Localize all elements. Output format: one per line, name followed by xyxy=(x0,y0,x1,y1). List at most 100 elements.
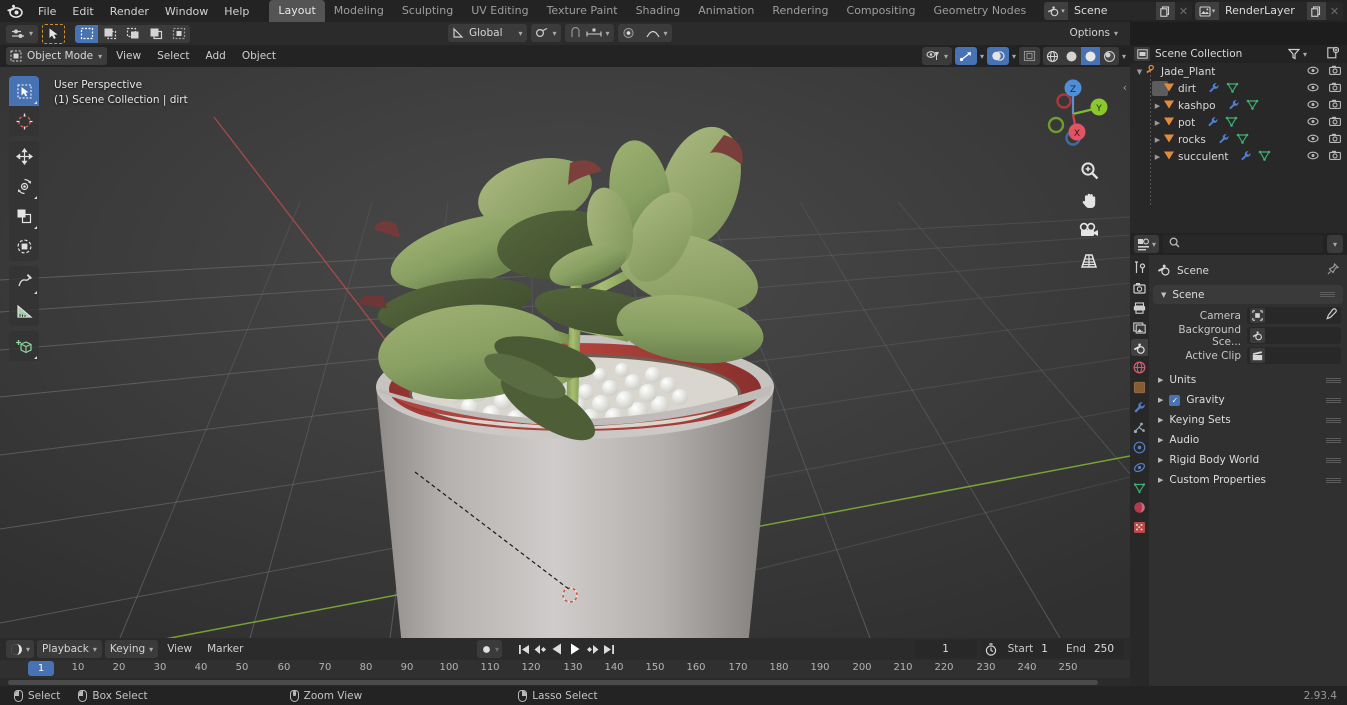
move-tool-icon[interactable] xyxy=(9,141,39,171)
transform-tool-icon[interactable] xyxy=(9,231,39,261)
sidebar-collapse-arrow-icon[interactable]: ‹ xyxy=(1123,81,1127,94)
mesh-data-icon[interactable] xyxy=(1226,82,1239,96)
tab-sculpting[interactable]: Sculpting xyxy=(393,0,462,22)
new-view-layer-button[interactable] xyxy=(1307,2,1326,20)
pin-icon[interactable] xyxy=(1327,262,1340,278)
mesh-data-icon[interactable] xyxy=(1236,133,1249,147)
play-reverse-button[interactable] xyxy=(549,640,566,658)
search-input[interactable] xyxy=(1184,238,1323,250)
object-tab-icon[interactable] xyxy=(1131,379,1148,396)
active-clip-field[interactable] xyxy=(1247,347,1341,364)
pivot-point-dropdown[interactable]: ▾ xyxy=(530,24,561,42)
menu-help[interactable]: Help xyxy=(216,3,257,20)
timeline-menu-marker[interactable]: Marker xyxy=(201,641,249,657)
timeline-menu-view[interactable]: View xyxy=(161,641,198,657)
jump-to-prev-keyframe-button[interactable] xyxy=(532,640,549,658)
select-set-icon[interactable] xyxy=(75,24,99,43)
jump-to-start-button[interactable] xyxy=(515,640,532,658)
rotate-tool-icon[interactable] xyxy=(9,171,39,201)
camera-icon[interactable] xyxy=(1329,116,1341,129)
transform-orientation-dropdown[interactable]: Global ▾ xyxy=(448,24,527,42)
particles-tab-icon[interactable] xyxy=(1131,419,1148,436)
scene-selector[interactable]: ▾ Scene ✕ xyxy=(1044,2,1192,20)
expand-icon[interactable]: ▶ xyxy=(1158,416,1163,424)
properties-options-dropdown[interactable]: ▾ xyxy=(1327,235,1343,253)
camera-icon[interactable] xyxy=(1329,82,1341,95)
physics-tab-icon[interactable] xyxy=(1131,439,1148,456)
object-name[interactable]: rocks xyxy=(1178,134,1206,146)
eye-icon[interactable] xyxy=(1307,100,1319,112)
snapping-group[interactable]: ▾ xyxy=(564,24,614,42)
render-tab-icon[interactable] xyxy=(1131,279,1148,296)
camera-view-icon[interactable] xyxy=(1078,219,1100,241)
camera-icon[interactable] xyxy=(1329,133,1341,146)
shading-material-preview-icon[interactable] xyxy=(1080,47,1100,65)
current-frame-field[interactable]: 1 xyxy=(914,640,977,658)
new-scene-button[interactable] xyxy=(1156,2,1175,20)
outliner-row-succulent[interactable]: ▶ succulent xyxy=(1130,148,1347,165)
viewport-options-button[interactable]: Options ▾ xyxy=(1063,24,1124,42)
select-extend-icon[interactable] xyxy=(98,24,122,43)
menu-render[interactable]: Render xyxy=(102,3,157,20)
expand-icon[interactable]: ▶ xyxy=(1152,153,1163,161)
toggle-perspective-icon[interactable] xyxy=(1078,249,1100,271)
expand-icon[interactable]: ▶ xyxy=(1152,136,1163,144)
scene-panel-header[interactable]: ▼ Scene xyxy=(1153,285,1343,304)
audio-subpanel[interactable]: ▶ Audio xyxy=(1149,430,1347,450)
texture-tab-icon[interactable] xyxy=(1131,519,1148,536)
scene-name[interactable]: Scene xyxy=(1068,2,1156,20)
modifier-tab-icon[interactable] xyxy=(1131,399,1148,416)
jump-to-next-keyframe-button[interactable] xyxy=(583,640,600,658)
select-subtract-icon[interactable] xyxy=(121,24,145,43)
world-tab-icon[interactable] xyxy=(1131,359,1148,376)
proportional-editing-group[interactable]: ▾ xyxy=(617,24,672,42)
output-tab-icon[interactable] xyxy=(1131,299,1148,316)
remove-view-layer-button[interactable]: ✕ xyxy=(1326,2,1343,20)
tab-rendering[interactable]: Rendering xyxy=(763,0,837,22)
cursor-tool-icon[interactable] xyxy=(9,106,39,136)
tweak-select-tool-icon[interactable] xyxy=(9,76,39,106)
outliner-row-collection[interactable]: ▼ Jade_Plant xyxy=(1130,63,1347,80)
timeline-ruler[interactable]: 1 10 20 30 40 50 60 70 80 90 100 110 120… xyxy=(0,660,1130,678)
viewport-menu-add[interactable]: Add xyxy=(199,48,233,64)
timeline-horizontal-scrollbar[interactable] xyxy=(8,680,1098,685)
play-button[interactable] xyxy=(566,640,583,658)
outliner-row-rocks[interactable]: ▶ rocks xyxy=(1130,131,1347,148)
keying-sets-subpanel[interactable]: ▶ Keying Sets xyxy=(1149,410,1347,430)
mesh-data-icon[interactable] xyxy=(1246,99,1259,113)
camera-icon[interactable] xyxy=(1329,99,1341,112)
view-layer-tab-icon[interactable] xyxy=(1131,319,1148,336)
viewport-menu-select[interactable]: Select xyxy=(150,48,196,64)
remove-scene-button[interactable]: ✕ xyxy=(1175,2,1192,20)
expand-icon[interactable]: ▶ xyxy=(1158,436,1163,444)
material-tab-icon[interactable] xyxy=(1131,499,1148,516)
object-name[interactable]: kashpo xyxy=(1178,100,1216,112)
modifier-icon[interactable] xyxy=(1207,116,1219,130)
outliner-new-collection-button[interactable] xyxy=(1327,46,1340,62)
panel-expand-icon[interactable]: ▼ xyxy=(1161,291,1166,299)
tab-animation[interactable]: Animation xyxy=(689,0,763,22)
expand-icon[interactable]: ▶ xyxy=(1158,476,1163,484)
blender-logo-icon[interactable] xyxy=(6,3,24,19)
tab-texture-paint[interactable]: Texture Paint xyxy=(538,0,627,22)
shading-solid-icon[interactable] xyxy=(1061,47,1081,65)
jump-to-end-button[interactable] xyxy=(600,640,617,658)
tab-shading[interactable]: Shading xyxy=(627,0,690,22)
camera-icon[interactable] xyxy=(1329,65,1341,78)
select-tool-active-indicator[interactable] xyxy=(42,23,66,44)
select-invert-icon[interactable] xyxy=(144,24,168,43)
expand-icon[interactable]: ▶ xyxy=(1158,456,1163,464)
active-tool-icon[interactable]: ▾ xyxy=(6,24,39,43)
properties-editor-type-icon[interactable]: ▾ xyxy=(1134,235,1160,253)
playback-dropdown[interactable]: Playback ▾ xyxy=(37,640,102,658)
eye-icon[interactable] xyxy=(1307,151,1319,163)
mesh-data-icon[interactable] xyxy=(1258,150,1271,164)
viewport-menu-object[interactable]: Object xyxy=(235,48,283,64)
shading-wireframe-icon[interactable] xyxy=(1042,47,1062,65)
add-cube-tool-icon[interactable] xyxy=(9,331,39,361)
outliner-row-pot[interactable]: ▶ pot xyxy=(1130,114,1347,131)
menu-window[interactable]: Window xyxy=(157,3,216,20)
pan-hand-icon[interactable] xyxy=(1078,189,1100,211)
menu-edit[interactable]: Edit xyxy=(64,3,101,20)
eye-icon[interactable] xyxy=(1307,117,1319,129)
